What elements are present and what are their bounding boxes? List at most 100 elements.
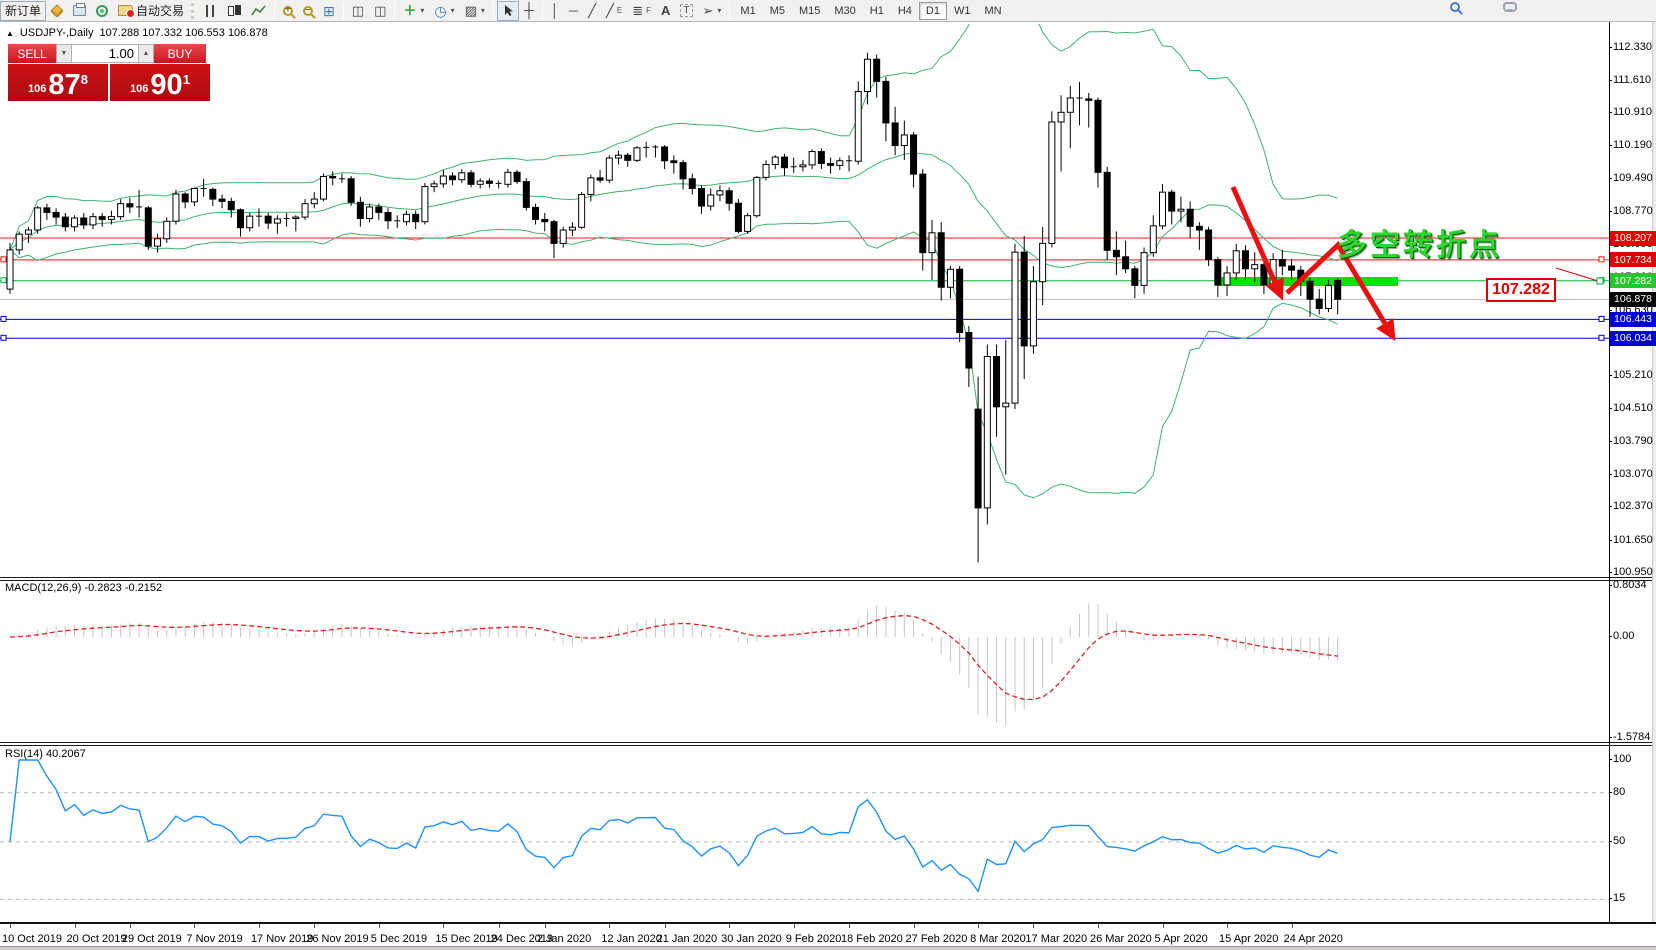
candle [440,176,446,184]
vline-tool-button[interactable]: │ [546,1,564,21]
candle [62,217,68,227]
hline-tool-button[interactable]: ─ [564,1,583,21]
line-handle[interactable] [1,335,6,340]
timeframe-m1[interactable]: M1 [733,2,762,20]
candle [1132,269,1138,286]
gold-symbol-button[interactable] [46,1,68,21]
date-tick [794,924,795,928]
search-icon [1450,2,1460,12]
date-label: 29 Oct 2019 [122,933,182,945]
trendline-tool-button[interactable]: ╱ [583,1,601,21]
support-zone-band[interactable] [1215,277,1398,286]
candle [127,204,133,207]
add-indicator-icon: ＋ [403,5,416,17]
candle [191,188,197,201]
date-axis[interactable]: 10 Oct 201920 Oct 201929 Oct 20197 Nov 2… [0,922,1656,946]
fibonacci-tool-button[interactable]: ≣F [627,1,656,21]
profile-right-button[interactable]: ◫ [369,1,391,21]
candle [1003,403,1009,407]
panel-separator[interactable] [0,577,1656,581]
new-order-button[interactable]: 新订单 [0,1,46,21]
support-price-tag[interactable]: 107.282 [1486,278,1556,302]
candle [72,218,78,227]
tag-handle[interactable] [1597,278,1603,284]
crosshair-tool-button[interactable]: ┼ [519,1,539,21]
toolbar-chat[interactable] [1503,2,1517,12]
candle [735,203,741,231]
autotrade-button[interactable]: 自动交易 [113,1,189,21]
panel-separator[interactable] [0,742,1656,746]
candle [330,176,336,177]
candle [1187,209,1193,226]
print-button[interactable] [68,1,91,21]
line-handle[interactable] [1599,257,1604,262]
price-tick-103.070: 103.070 [1613,468,1653,480]
toolbar-separator [542,2,543,20]
candle [1215,260,1221,285]
clock-icon: ◷ [434,5,446,17]
line-handle[interactable] [1,278,6,283]
cursor-tool-button[interactable] [497,1,519,21]
candle [975,409,981,508]
channel-tool-button[interactable]: ╱E [601,1,627,21]
line-handle[interactable] [1,316,6,321]
arrows-tool-button[interactable]: ➢▾ [698,1,727,21]
candle [800,165,806,167]
timeframe-d1[interactable]: D1 [919,2,947,20]
date-label: 8 Mar 2020 [970,933,1026,945]
price-badge-107.734: 107.734 [1610,252,1656,267]
line-handle[interactable] [1,257,6,262]
toolbar-search[interactable] [1450,2,1460,12]
label-tool-button[interactable]: T [675,1,697,21]
candle-chart-button[interactable] [222,1,246,21]
candle [376,207,382,213]
text-label-icon: T [680,4,692,17]
text-tool-button[interactable]: A [656,1,675,21]
date-tick [1098,924,1099,928]
zoom-out-button[interactable] [298,1,318,21]
mt4-window: 新订单 自动交易 ⊞ ◫ ◫ ＋▾ ◷▾ ▨▾ ┼ │ ─ ╱ [0,0,1656,950]
line-handle[interactable] [1599,335,1604,340]
timeframe-m5[interactable]: M5 [763,2,792,20]
price-tick-100.950: 100.950 [1613,566,1653,578]
line-chart-button[interactable] [246,1,271,21]
date-tick [10,924,11,928]
price-tick-102.370: 102.370 [1613,500,1653,512]
crosshair-icon: ┼ [524,4,534,17]
timeframe-w1[interactable]: W1 [947,2,978,20]
candle [901,135,907,146]
candle [1012,252,1018,403]
date-tick [130,924,131,928]
candle [745,216,751,232]
timeframe-m30[interactable]: M30 [827,2,862,20]
date-label: 30 Jan 2020 [721,933,782,945]
candle [25,230,31,234]
templates-button[interactable]: ▨▾ [460,1,490,21]
line-handle[interactable] [1599,316,1604,321]
macd-tick--1.5784: -1.5784 [1613,731,1650,743]
candle [957,269,963,332]
channel-icon: ╱ [606,4,614,17]
tile-windows-button[interactable]: ⊞ [318,1,340,21]
candle [219,199,225,201]
periods-button[interactable]: ◷▾ [429,1,459,21]
turning-point-annotation[interactable]: 多空转折点 [1337,220,1502,264]
candle [708,195,714,206]
zoom-in-button[interactable] [278,1,298,21]
timeframe-h1[interactable]: H1 [863,2,891,20]
price-badge-106.878: 106.878 [1610,292,1656,307]
signals-button[interactable] [91,1,113,21]
trendline-icon: ╱ [588,4,596,17]
profile-left-button[interactable]: ◫ [347,1,369,21]
bar-chart-button[interactable] [198,1,222,21]
candle [699,188,705,206]
timeframe-m15[interactable]: M15 [792,2,827,20]
timeframe-h4[interactable]: H4 [891,2,919,20]
add-indicator-button[interactable]: ＋▾ [398,1,429,21]
candle [155,239,161,246]
candle [1067,98,1073,112]
price-badge-106.034: 106.034 [1610,331,1656,346]
autotrade-label: 自动交易 [136,2,184,19]
timeframe-mn[interactable]: MN [977,2,1008,20]
candle [855,92,861,162]
